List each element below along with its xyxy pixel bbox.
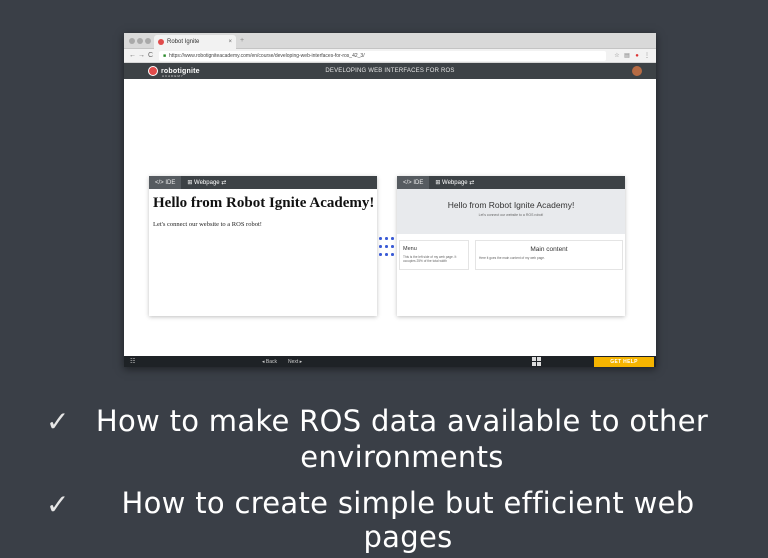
checkmark-icon: ✓	[46, 489, 70, 520]
get-help-button[interactable]: GET HELP	[594, 357, 654, 367]
logo-subtext: ACADEMY	[162, 74, 184, 78]
star-icon[interactable]: ☆	[612, 52, 622, 59]
shield-icon[interactable]: ●	[632, 53, 642, 59]
user-avatar[interactable]	[632, 66, 642, 76]
menu-column: Menu This is the left side of my web pag…	[399, 240, 469, 270]
grid-icon[interactable]	[532, 357, 541, 366]
main-title: Main content	[530, 246, 568, 253]
course-title: DEVELOPING WEB INTERFACES FOR ROS	[325, 68, 455, 74]
left-panel-text: Let's connect our website to a ROS robot…	[153, 221, 262, 228]
menu-title: Menu	[403, 246, 417, 252]
menu-list-icon[interactable]: ☷	[130, 358, 135, 365]
forward-arrow-icon[interactable]: →	[137, 52, 146, 59]
right-panel-hero: Hello from Robot Ignite Academy! Let's c…	[397, 189, 625, 234]
reload-icon[interactable]: C	[146, 52, 155, 59]
tab-ide[interactable]: </> IDE	[397, 176, 430, 189]
browser-window: Robot Ignite × + ← → C ■ https://www.rob…	[124, 33, 656, 367]
new-tab-button[interactable]: +	[240, 37, 244, 44]
tab-webpage[interactable]: ⊞ Webpage ⇄	[429, 176, 481, 189]
left-panel-heading: Hello from Robot Ignite Academy!	[153, 195, 375, 211]
favicon-icon	[158, 39, 164, 45]
menu-text: This is the left side of my web page. It…	[403, 255, 457, 263]
bullet-1-line-2: environments	[300, 440, 504, 474]
hero-subtitle: Let's connect our website to a ROS robot…	[478, 213, 544, 217]
address-bar: ← → C ■ https://www.robotigniteacademy.c…	[124, 49, 656, 63]
lock-icon: ■	[163, 52, 167, 59]
tab-close-icon[interactable]: ×	[228, 39, 232, 45]
course-content: </> IDE ⊞ Webpage ⇄ Hello from Robot Ign…	[124, 79, 656, 356]
app-header: robotignite ACADEMY DEVELOPING WEB INTER…	[124, 63, 656, 79]
window-maximize-dot[interactable]	[145, 38, 151, 44]
tab-ide[interactable]: </> IDE	[149, 176, 182, 189]
window-minimize-dot[interactable]	[137, 38, 143, 44]
url-text: https://www.robotigniteacademy.com/en/co…	[169, 52, 365, 59]
main-text: Here it goes the main content of my web …	[479, 256, 545, 260]
next-button[interactable]: Next ▸	[288, 359, 302, 365]
tab-title: Robot Ignite	[167, 39, 200, 45]
bottom-navigation-bar: ☷ ◂ Back Next ▸ GET HELP	[124, 356, 656, 367]
browser-tab[interactable]: Robot Ignite ×	[154, 35, 236, 49]
right-demo-panel: </> IDE ⊞ Webpage ⇄ Hello from Robot Ign…	[397, 176, 625, 316]
checkmark-icon: ✓	[46, 406, 70, 437]
extension-icon[interactable]: ▤	[622, 52, 632, 59]
bullet-2: How to create simple but efficient web p…	[121, 486, 695, 554]
window-close-dot[interactable]	[129, 38, 135, 44]
hero-title: Hello from Robot Ignite Academy!	[447, 200, 575, 210]
left-demo-panel: </> IDE ⊞ Webpage ⇄ Hello from Robot Ign…	[149, 176, 377, 316]
bullet-1-line-1: How to make ROS data available to other	[95, 404, 709, 438]
back-button[interactable]: ◂ Back	[262, 359, 277, 365]
transition-dots-icon	[379, 237, 395, 257]
back-arrow-icon[interactable]: ←	[128, 52, 137, 59]
right-panel-columns: Menu This is the left side of my web pag…	[397, 234, 625, 276]
browser-titlebar: Robot Ignite × +	[124, 33, 656, 49]
kebab-menu-icon[interactable]: ⋮	[642, 52, 652, 59]
tab-webpage[interactable]: ⊞ Webpage ⇄	[181, 176, 233, 189]
url-input[interactable]: ■ https://www.robotigniteacademy.com/en/…	[159, 50, 606, 61]
main-column: Main content Here it goes the main conte…	[475, 240, 623, 270]
left-panel-tabs: </> IDE ⊞ Webpage ⇄	[149, 176, 377, 189]
right-panel-tabs: </> IDE ⊞ Webpage ⇄	[397, 176, 625, 189]
